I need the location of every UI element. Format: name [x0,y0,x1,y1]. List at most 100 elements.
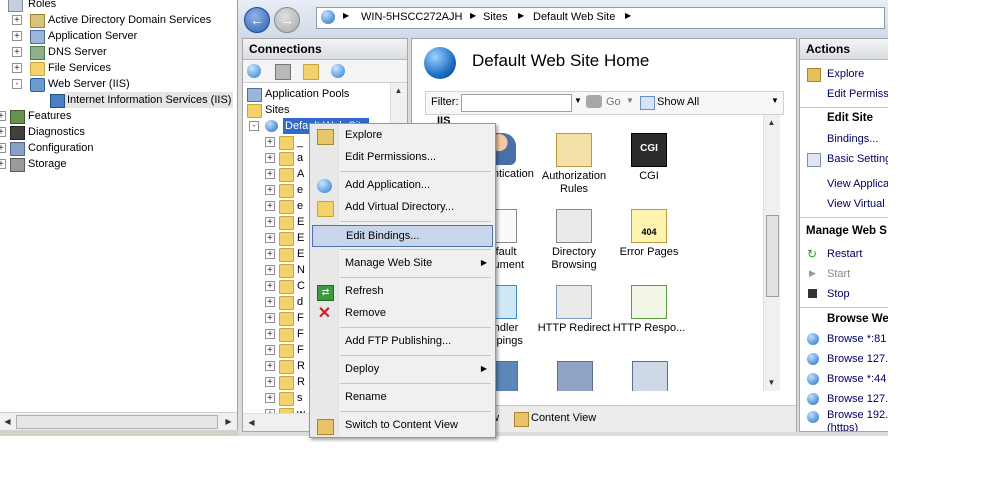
feature-error-pages[interactable]: 404 Error Pages [609,209,689,259]
expand-icon[interactable]: + [265,297,275,307]
open-folder-icon[interactable] [303,64,319,80]
menu-item-deploy[interactable]: Deploy ▶ [312,359,493,381]
expand-icon[interactable]: + [265,265,275,275]
tab-content-view[interactable]: Content View [531,412,596,424]
go-button[interactable]: Go [606,96,621,108]
action-explore[interactable]: Explore [827,68,864,80]
expand-icon[interactable]: + [265,137,275,147]
dropdown-arrow-icon[interactable]: ▼ [626,96,634,105]
expand-icon[interactable]: + [265,393,275,403]
feature-http-redirect[interactable]: HTTP Redirect [534,285,614,335]
menu-item-switch-to-content-view[interactable]: Switch to Content View [312,415,493,437]
collapse-icon[interactable]: - [249,121,259,131]
action-start[interactable]: Start [827,268,850,280]
menu-item-refresh[interactable]: ⇄ Refresh [312,281,493,303]
breadcrumb-server[interactable]: WIN-5HSCC272AJH [361,11,462,23]
action-browse-3[interactable]: Browse *:44 [827,373,886,385]
site-child-label: R [297,360,305,372]
save-icon[interactable] [275,64,291,80]
action-browse-5-protocol[interactable]: (https) [827,422,858,431]
action-browse-1[interactable]: Browse *:81 [827,333,886,345]
action-view-virtual-directories[interactable]: View Virtual D [827,198,888,210]
menu-item-rename[interactable]: Rename [312,387,493,409]
action-browse-2[interactable]: Browse 127.0 [827,353,888,365]
expand-icon[interactable]: + [265,185,275,195]
expand-icon[interactable]: + [0,159,6,169]
action-stop[interactable]: Stop [827,288,850,300]
action-view-applications[interactable]: View Applicat [827,178,888,190]
expand-icon[interactable]: + [265,377,275,387]
connect-globe-icon[interactable] [247,64,261,78]
chevron-right-icon: ▶ [625,11,632,20]
collapse-icon[interactable]: - [12,79,22,89]
scroll-up-icon[interactable]: ▲ [391,83,406,98]
menu-item-remove[interactable]: ✕ Remove [312,303,493,325]
scroll-right-icon[interactable]: ▶ [221,414,236,429]
back-button[interactable]: ← [244,7,270,33]
expand-icon[interactable]: + [0,111,6,121]
expand-icon[interactable]: + [265,169,275,179]
feature-authorization[interactable]: Authorization Rules [534,133,614,196]
scrollbar-thumb[interactable] [16,415,218,429]
address-bar[interactable]: ▶ WIN-5HSCC272AJH ▶ Sites ▶ Default Web … [316,7,885,29]
scroll-left-icon[interactable]: ◀ [244,415,259,430]
dropdown-arrow-icon[interactable]: ▼ [574,96,582,105]
partial-feature-icon[interactable] [557,361,593,391]
partial-feature-icon[interactable] [632,361,668,391]
expand-icon[interactable]: + [0,127,6,137]
expand-icon[interactable]: + [265,249,275,259]
scroll-up-icon[interactable]: ▲ [764,115,779,130]
show-all-button[interactable]: Show All [657,96,699,108]
features-vertical-scrollbar[interactable]: ▲ ▼ [763,115,780,391]
folder-icon [279,200,294,214]
show-all-icon [640,96,655,110]
action-bindings[interactable]: Bindings... [827,133,878,145]
scroll-left-icon[interactable]: ◀ [0,414,15,429]
expand-icon[interactable]: + [12,47,22,57]
action-basic-settings[interactable]: Basic Setting [827,153,888,165]
tree-horizontal-scrollbar[interactable]: ◀ ▶ [0,412,237,430]
submenu-arrow-icon: ▶ [480,364,487,373]
expand-icon[interactable]: + [12,31,22,41]
expand-icon[interactable]: + [265,233,275,243]
menu-item-add-virtual-directory[interactable]: Add Virtual Directory... [312,197,493,219]
menu-separator [340,411,491,412]
site-child-label: s [297,392,303,404]
site-child-label: E [297,232,305,244]
scroll-down-icon[interactable]: ▼ [764,375,779,390]
expand-icon[interactable]: + [12,15,22,25]
menu-item-explore[interactable]: Explore [312,125,493,147]
action-browse-4[interactable]: Browse 127.0 [827,393,888,405]
breadcrumb-default-web-site[interactable]: Default Web Site [533,11,615,23]
menu-item-add-application[interactable]: Add Application... [312,175,493,197]
menu-item-edit-bindings[interactable]: Edit Bindings... [312,225,493,247]
directory-browsing-icon [556,209,592,243]
menu-item-edit-permissions[interactable]: Edit Permissions... [312,147,493,169]
menu-item-manage-web-site[interactable]: Manage Web Site ▶ [312,253,493,275]
expand-icon[interactable]: + [265,153,275,163]
disconnect-icon[interactable] [331,64,345,78]
binoculars-icon [586,95,602,108]
browse-globe-icon [807,333,819,345]
expand-icon[interactable]: + [12,63,22,73]
action-restart[interactable]: Restart [827,248,862,260]
expand-icon[interactable]: + [265,329,275,339]
scrollbar-thumb[interactable] [766,215,779,297]
forward-button[interactable]: → [274,7,300,33]
expand-icon[interactable]: + [265,345,275,355]
group-by-icon[interactable]: ▼ [771,96,779,105]
action-edit-permissions[interactable]: Edit Permissi [827,88,888,100]
expand-icon[interactable]: + [265,281,275,291]
expand-icon[interactable]: + [265,313,275,323]
expand-icon[interactable]: + [265,217,275,227]
expand-icon[interactable]: + [265,361,275,371]
expand-icon[interactable]: + [0,143,6,153]
menu-item-add-ftp-publishing[interactable]: Add FTP Publishing... [312,331,493,353]
expand-icon[interactable]: + [265,201,275,211]
feature-cgi[interactable]: CGI CGI [609,133,689,183]
breadcrumb-sites[interactable]: Sites [483,11,507,23]
feature-http-response[interactable]: HTTP Respo... [609,285,689,335]
feature-directory-browsing[interactable]: Directory Browsing [534,209,614,272]
action-browse-5[interactable]: Browse 192. [827,409,888,421]
filter-input[interactable] [461,94,572,112]
